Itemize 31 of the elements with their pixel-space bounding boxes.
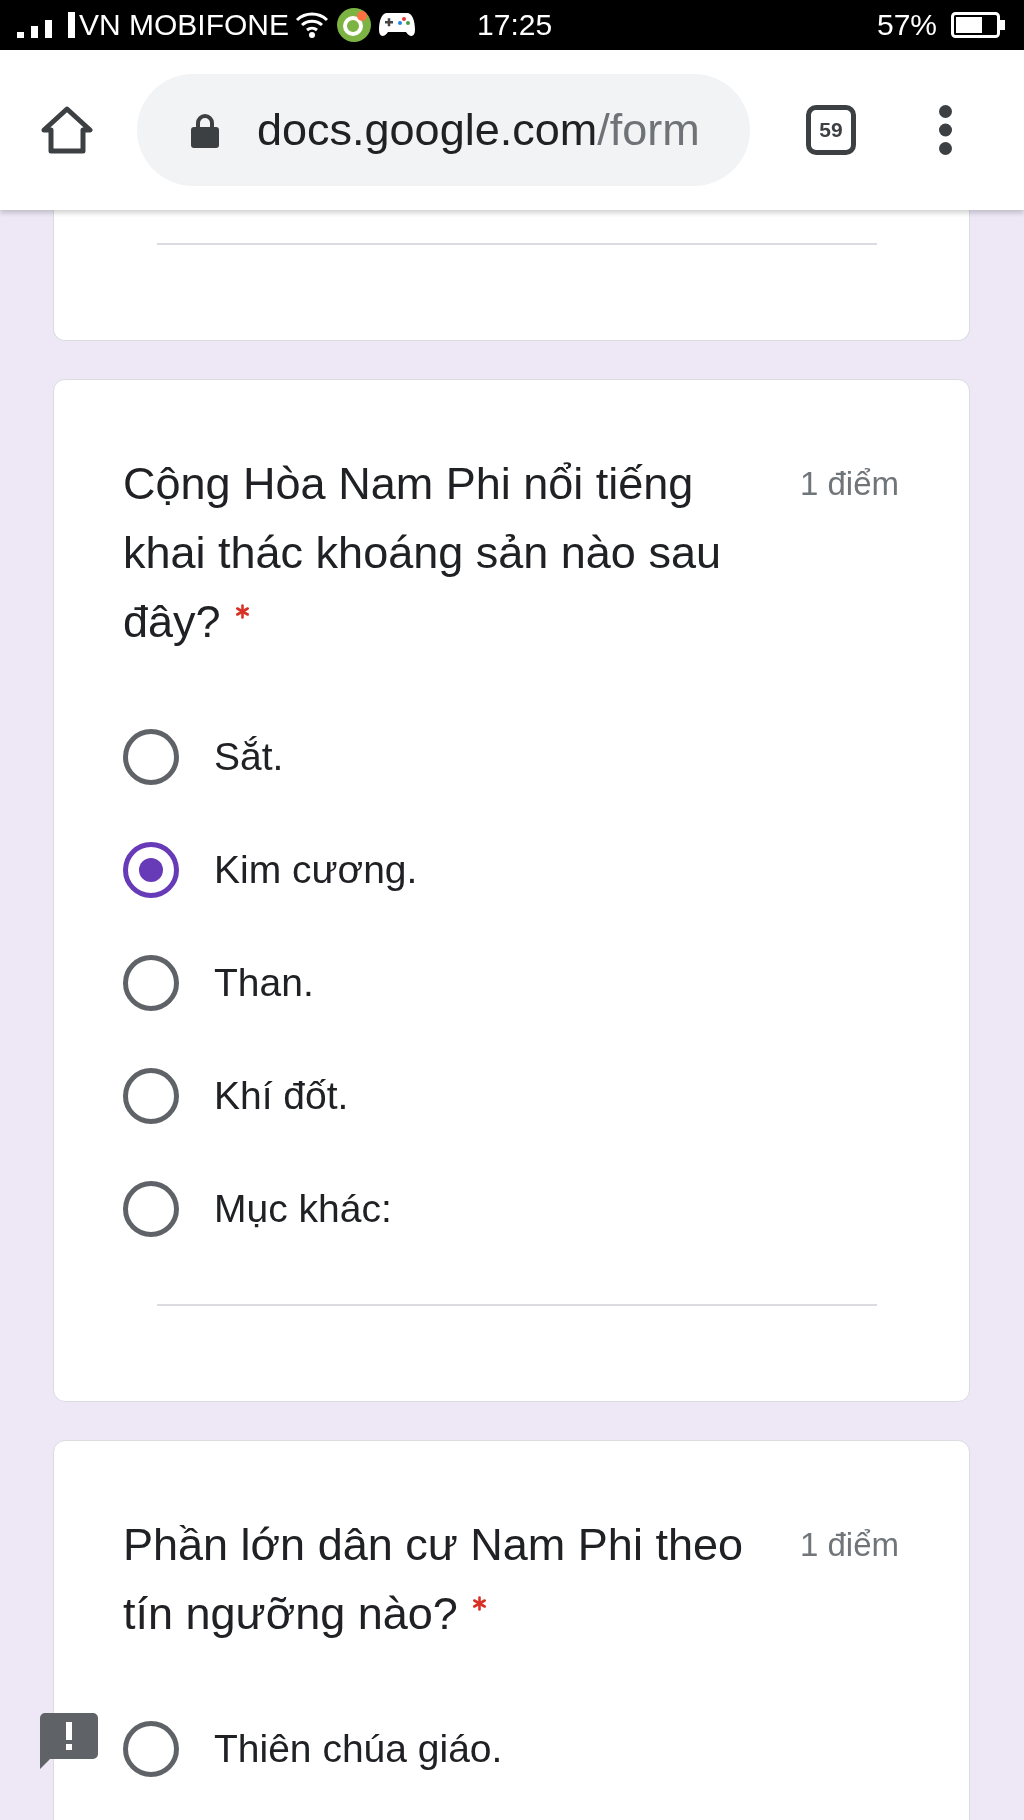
clock-time: 17:25 <box>477 8 553 42</box>
points-label: 1 điểm <box>799 1525 899 1565</box>
lock-icon <box>191 112 219 148</box>
wifi-icon <box>295 12 329 38</box>
carrier-name: VN MOBIFONE <box>79 8 289 42</box>
address-bar[interactable]: docs.google.com/form <box>137 74 750 186</box>
radio-button[interactable] <box>123 1181 179 1237</box>
radio-button[interactable] <box>123 1068 179 1124</box>
battery-icon <box>951 12 1005 38</box>
option-label: Mục khác: <box>214 1187 392 1231</box>
app-icon <box>337 8 371 42</box>
option-label: Sắt. <box>214 735 284 779</box>
points-label: 1 điểm <box>799 464 899 504</box>
menu-icon[interactable] <box>939 105 952 155</box>
option-label: Thiên chúa giáo. <box>214 1727 503 1771</box>
gamepad-icon <box>379 12 415 38</box>
question-title: Cộng Hòa Nam Phi nổi tiếng khai thác khoáng sản nào sau đây? <box>123 458 721 647</box>
feedback-icon[interactable] <box>40 1713 98 1769</box>
signal-icon <box>17 12 75 38</box>
radio-button[interactable] <box>123 1721 179 1777</box>
tab-switcher-button[interactable]: 59 <box>806 105 856 155</box>
question-title: Phần lớn dân cư Nam Phi theo tín ngưỡng nào? <box>123 1519 743 1639</box>
option-label: Kim cương. <box>214 848 418 892</box>
radio-button[interactable] <box>123 955 179 1011</box>
option-label: Khí đốt. <box>214 1074 349 1118</box>
radio-button[interactable] <box>123 729 179 785</box>
battery-percent: 57% <box>876 8 937 42</box>
home-icon[interactable] <box>41 106 93 154</box>
option-label: Than. <box>214 961 314 1005</box>
url-text: docs.google.com/form <box>257 104 700 156</box>
radio-button[interactable] <box>123 842 179 898</box>
